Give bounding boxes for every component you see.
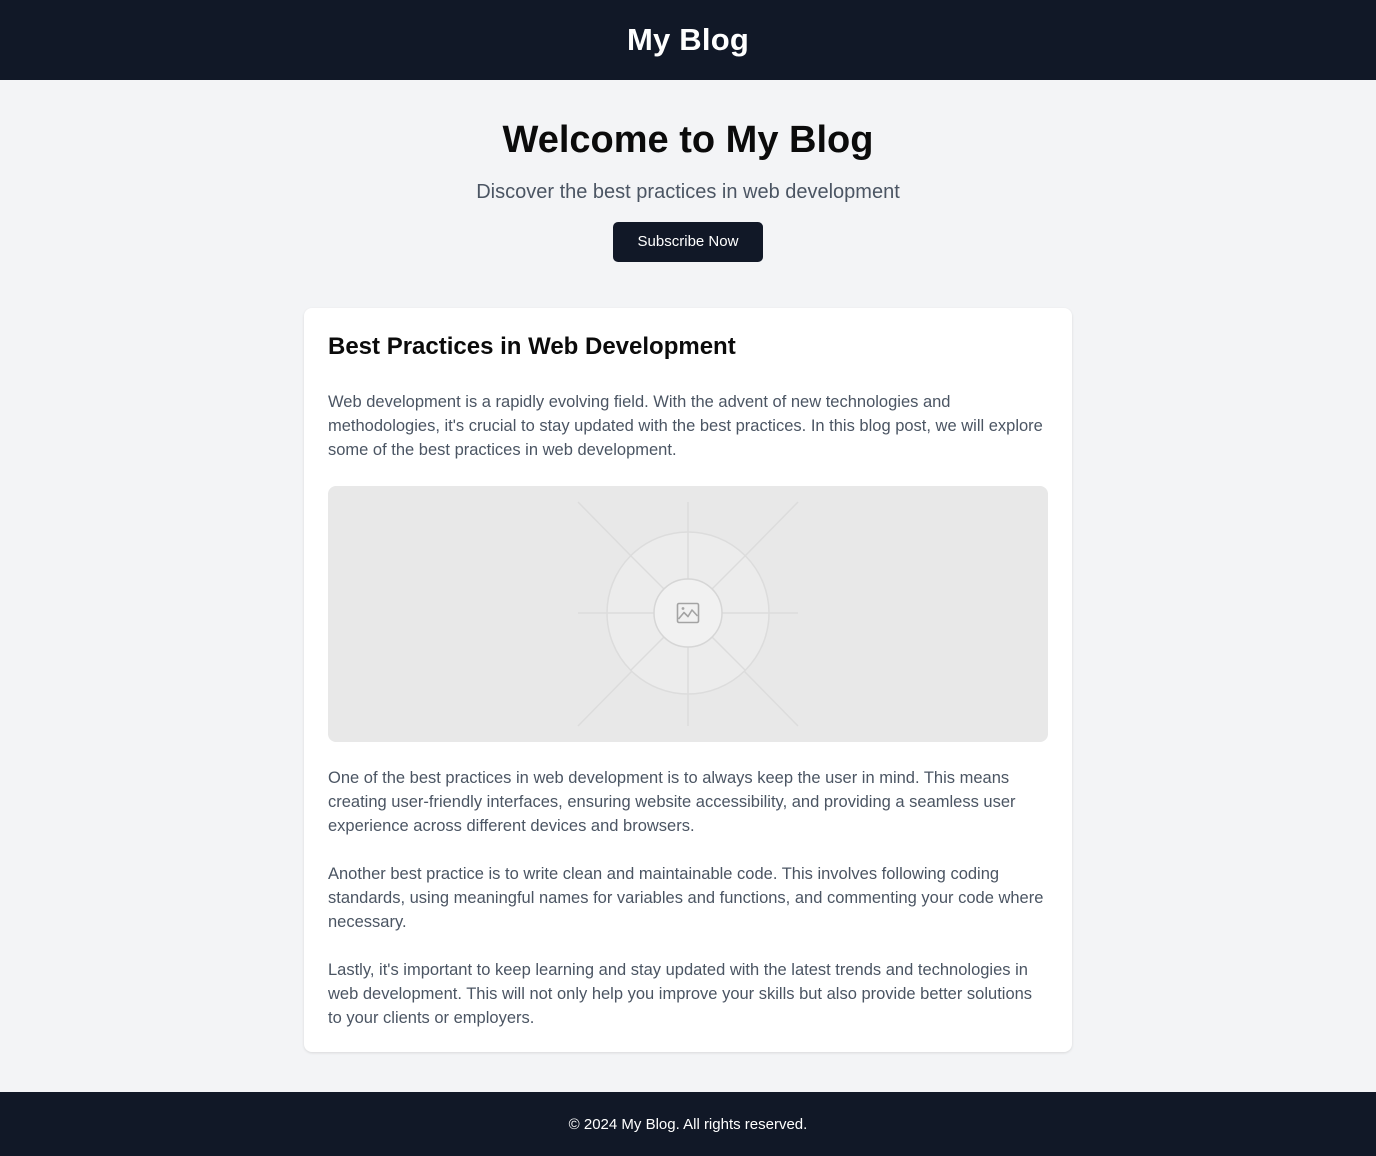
hero-section: Welcome to My Blog Discover the best pra… bbox=[0, 80, 1376, 308]
article-paragraph: Lastly, it's important to keep learning … bbox=[328, 961, 1033, 1027]
image-icon bbox=[676, 602, 700, 624]
site-footer: © 2024 My Blog. All rights reserved. bbox=[0, 1092, 1376, 1156]
article-card: Best Practices in Web Development Web de… bbox=[304, 308, 1072, 1052]
article-paragraph: One of the best practices in web develop… bbox=[328, 769, 1016, 835]
subscribe-button[interactable]: Subscribe Now bbox=[613, 222, 763, 262]
article-image bbox=[328, 486, 1048, 742]
hero-title: Welcome to My Blog bbox=[502, 119, 874, 161]
site-header: My Blog bbox=[0, 0, 1376, 80]
footer-copyright: © 2024 My Blog. All rights reserved. bbox=[568, 1115, 808, 1133]
article-title: Best Practices in Web Development bbox=[328, 333, 736, 360]
hero-subtitle: Discover the best practices in web devel… bbox=[476, 181, 900, 203]
site-title[interactable]: My Blog bbox=[627, 22, 749, 58]
article-paragraph: Another best practice is to write clean … bbox=[328, 865, 1044, 931]
article-intro: Web development is a rapidly evolving fi… bbox=[328, 393, 1043, 459]
